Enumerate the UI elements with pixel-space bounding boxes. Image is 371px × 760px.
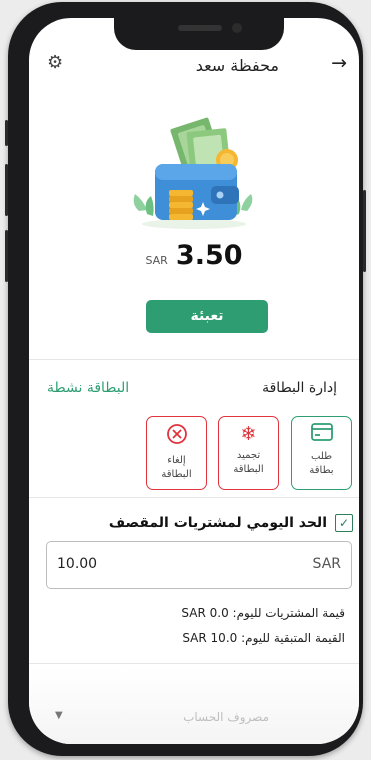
divider <box>29 359 359 360</box>
wallet-illustration <box>133 117 253 229</box>
arrow-right-icon[interactable]: → <box>331 52 347 74</box>
freeze-card-label-2: البطاقة <box>233 464 264 475</box>
divider <box>29 497 359 498</box>
volume-down-button <box>5 230 8 282</box>
daily-limit-row: ✓ الحد اليومي لمشتريات المقصف <box>109 514 353 532</box>
phone-frame: → محفظة سعد ⚙ SAR 3.50 تعبئة إدارة البطا… <box>5 2 366 756</box>
power-button <box>363 190 366 272</box>
daily-limit-value: 10.00 <box>57 556 98 572</box>
cancel-card-button[interactable]: إلغاء البطاقة <box>146 416 207 490</box>
app-header: → محفظة سعد ⚙ <box>29 50 359 84</box>
credit-card-icon <box>292 423 351 446</box>
speaker <box>178 25 222 31</box>
chevron-down-icon[interactable]: ▼ <box>55 710 63 721</box>
daily-limit-checkbox[interactable]: ✓ <box>335 514 353 532</box>
remaining-value: SAR 10.0 <box>182 631 238 645</box>
topup-button[interactable]: تعبئة <box>146 300 268 333</box>
notch <box>114 18 284 50</box>
card-status-label: البطاقة نشطة <box>47 380 130 396</box>
daily-limit-input[interactable]: 10.00 SAR <box>46 541 352 589</box>
request-card-label-1: طلب <box>310 451 333 462</box>
balance-currency: SAR <box>145 254 168 267</box>
front-camera <box>232 23 242 33</box>
bottom-fade <box>29 668 359 744</box>
card-management-title: إدارة البطاقة <box>262 380 337 396</box>
cancel-card-label-1: إلغاء <box>167 455 186 466</box>
app-screen: → محفظة سعد ⚙ SAR 3.50 تعبئة إدارة البطا… <box>29 18 359 744</box>
gear-icon[interactable]: ⚙ <box>47 52 63 73</box>
request-card-label-2: بطاقة <box>309 465 334 476</box>
daily-limit-unit: SAR <box>312 556 341 572</box>
freeze-card-label-1: تجميد <box>236 450 261 461</box>
today-purchases-label: قيمة المشتريات لليوم: <box>232 606 345 620</box>
cancel-circle-icon <box>147 423 206 450</box>
cancel-card-label-2: البطاقة <box>161 469 192 480</box>
request-card-button[interactable]: طلب بطاقة <box>291 416 352 490</box>
today-purchases-row: قيمة المشتريات لليوم: SAR 0.0 <box>181 606 345 620</box>
snowflake-icon: ❄ <box>240 423 257 445</box>
remaining-row: القيمة المتبقية لليوم: SAR 10.0 <box>182 631 345 645</box>
divider <box>29 663 359 664</box>
balance-amount: 3.50 <box>175 240 243 271</box>
page-title: محفظة سعد <box>195 56 279 75</box>
balance-display: SAR 3.50 <box>29 240 359 271</box>
today-purchases-value: SAR 0.0 <box>181 606 229 620</box>
freeze-card-button[interactable]: ❄ تجميد البطاقة <box>218 416 279 490</box>
volume-up-button <box>5 164 8 216</box>
daily-limit-label: الحد اليومي لمشتريات المقصف <box>108 515 327 531</box>
account-section-partial[interactable]: مصروف الحساب <box>183 710 269 724</box>
remaining-label: القيمة المتبقية لليوم: <box>241 631 345 645</box>
mute-switch <box>5 120 8 146</box>
